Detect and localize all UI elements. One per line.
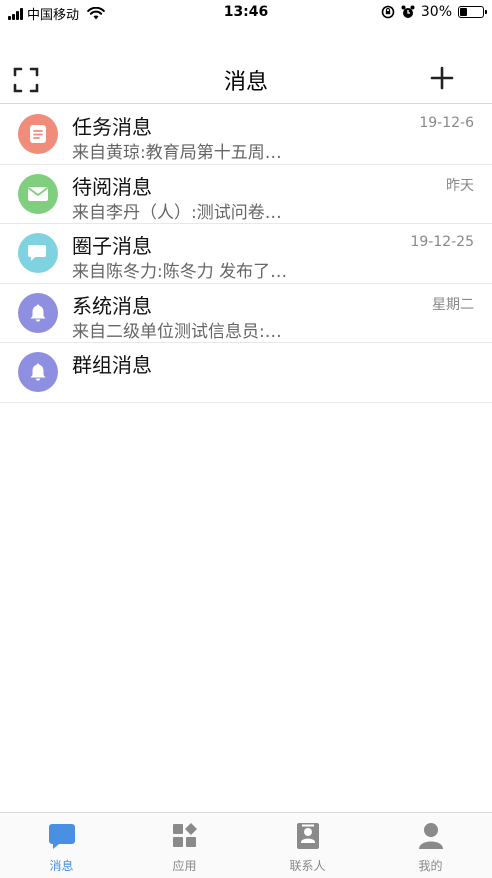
list-item-circle-messages[interactable]: 圈子消息 来自陈冬力:陈冬力 发布了… 19-12-25 <box>0 224 492 284</box>
person-icon <box>418 823 443 849</box>
item-subtitle: 来自陈冬力:陈冬力 发布了… <box>72 262 288 282</box>
tab-label: 联系人 <box>289 859 326 873</box>
chat-icon <box>18 233 58 273</box>
tab-messages[interactable]: 消息 <box>0 813 123 878</box>
item-subtitle: 来自二级单位测试信息员:… <box>72 321 282 342</box>
page-title: 消息 <box>223 70 268 95</box>
tab-label: 消息 <box>49 859 74 873</box>
list-item-task-messages[interactable]: 任务消息 来自黄琼:教育局第十五周… 19-12-6 <box>0 105 492 165</box>
message-icon <box>48 824 75 849</box>
list-item-system-messages[interactable]: 系统消息 来自二级单位测试信息员:… 星期二 <box>0 284 492 343</box>
list-item-group-messages[interactable]: 群组消息 <box>0 343 492 403</box>
list-item-pending-messages[interactable]: 待阅消息 来自李丹（人）:测试问卷… 昨天 <box>0 165 492 224</box>
item-subtitle: 来自黄琼:教育局第十五周… <box>72 143 282 163</box>
status-bar: 中国移动 13:46 30% <box>0 0 492 26</box>
bell-icon <box>18 352 58 392</box>
contacts-icon <box>296 823 319 849</box>
item-subtitle: 来自李丹（人）:测试问卷… <box>72 202 282 223</box>
alarm-icon <box>401 5 415 18</box>
tab-contacts[interactable]: 联系人 <box>246 813 369 878</box>
tab-apps[interactable]: 应用 <box>123 813 246 878</box>
battery-icon <box>458 6 487 18</box>
navigation-bar: 消息 <box>0 52 492 104</box>
item-title: 任务消息 <box>72 115 152 139</box>
status-right: 30% <box>381 4 487 20</box>
item-title: 群组消息 <box>72 353 152 377</box>
item-title: 圈子消息 <box>72 234 152 258</box>
tab-bar: 消息 应用 联系人 我的 <box>0 812 492 878</box>
item-time: 19-12-25 <box>410 234 474 250</box>
item-time: 昨天 <box>446 177 474 194</box>
mail-icon <box>18 173 58 214</box>
battery-percent: 30% <box>420 4 452 20</box>
item-time: 19-12-6 <box>419 115 474 131</box>
item-time: 星期二 <box>432 296 474 313</box>
tab-label: 我的 <box>418 859 443 873</box>
message-list: 任务消息 来自黄琼:教育局第十五周… 19-12-6 待阅消息 来自李丹（人）:… <box>0 105 492 403</box>
tab-me[interactable]: 我的 <box>369 813 492 878</box>
item-title: 待阅消息 <box>72 174 152 199</box>
bell-icon <box>18 292 58 333</box>
add-icon[interactable] <box>428 64 456 92</box>
document-icon <box>18 114 58 154</box>
rotation-lock-icon <box>381 5 395 19</box>
apps-icon <box>172 823 197 847</box>
tab-label: 应用 <box>172 859 197 873</box>
item-title: 系统消息 <box>72 293 152 318</box>
